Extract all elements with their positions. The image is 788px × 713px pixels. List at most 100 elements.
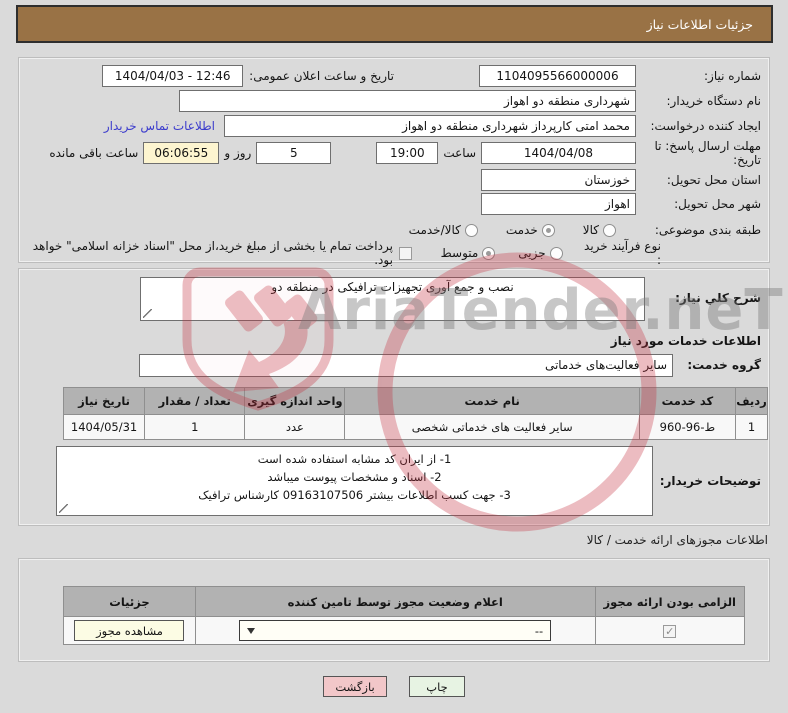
buyer-note-line: 2- اسناد و مشخصات پیوست میباشد <box>267 469 442 484</box>
cell-quantity: 1 <box>144 414 246 440</box>
buyer-org-field[interactable]: شهرداری منطقه دو اهواز <box>179 90 636 112</box>
col-service-name: نام خدمت <box>344 387 640 415</box>
licenses-table-row: -- مشاهده مجوز <box>63 616 746 645</box>
view-license-button[interactable]: مشاهده مجوز <box>74 620 185 641</box>
col-need-date: تاریخ نیاز <box>62 387 146 415</box>
need-desc-label: شرح كلي نياز: <box>675 291 761 305</box>
buyer-org-row: نام دستگاه خریدار: شهرداری منطقه دو اهوا… <box>27 89 761 113</box>
general-info-groupbox: شماره نیاز: 1104095566000006 تاریخ و ساع… <box>18 57 770 267</box>
need-desc-textarea[interactable]: نصب و جمع آوری تجهیزات ترافیکی در منطقه … <box>140 277 645 321</box>
process-type-label: نوع فرآیند خرید : <box>584 239 661 267</box>
radio-medium[interactable] <box>482 246 496 260</box>
city-value: اهواز <box>605 197 630 211</box>
creator-value: محمد امتی کارپرداز شهرداری منطقه دو اهوا… <box>402 119 630 133</box>
services-section-title-row: اطلاعات خدمات مورد نياز <box>27 329 761 353</box>
licenses-section-title: اطلاعات مجوزهای ارائه خدمت / کالا <box>586 533 768 547</box>
services-groupbox: شرح كلي نياز: نصب و جمع آوری تجهیزات ترا… <box>18 268 770 526</box>
hour-label: ساعت <box>443 146 476 160</box>
treasury-checkbox[interactable] <box>398 246 412 260</box>
buyer-notes-row: توضیحات خریدار: 1- از ایران کد مشابه است… <box>27 445 761 517</box>
col-row-number: ردیف <box>734 387 769 415</box>
announce-datetime-value: 1404/04/03 - 12:46 <box>114 69 231 83</box>
cell-details: مشاهده مجوز <box>63 616 196 645</box>
buyer-org-value: شهرداری منطقه دو اهواز <box>503 94 630 108</box>
buyer-note-line: 3- جهت کسب اطلاعات بیشتر 09163107506 کار… <box>198 487 511 502</box>
col-service-code: کد خدمت <box>638 387 736 415</box>
cell-license-status: -- <box>194 616 596 645</box>
licenses-table: الزامی بودن ارائه مجوز اعلام وضعیت مجوز … <box>63 586 746 645</box>
buyer-notes-textarea[interactable]: 1- از ایران کد مشابه استفاده شده است 2- … <box>56 446 653 516</box>
deadline-row: مهلت ارسال پاسخ: تا تاریخ: 1404/04/08 ساع… <box>27 138 761 168</box>
need-desc-value: نصب و جمع آوری تجهیزات ترافیکی در منطقه … <box>271 280 514 294</box>
announce-datetime-label: تاریخ و ساعت اعلان عمومی: <box>249 69 394 83</box>
deadline-time-value: 19:00 <box>390 146 425 160</box>
remaining-time-field[interactable]: 06:06:55 <box>143 142 220 164</box>
province-row: استان محل تحویل: خوزستان <box>27 168 761 192</box>
radio-goods-label: کالا <box>582 223 599 237</box>
cell-license-required <box>594 616 746 645</box>
remaining-days-value: 5 <box>290 146 298 160</box>
page-title-bar: جزئیات اطلاعات نیاز <box>16 5 773 43</box>
radio-service-label: خدمت <box>505 223 538 237</box>
resize-handle-icon[interactable] <box>59 504 68 513</box>
col-details: جزئیات <box>63 586 196 617</box>
treasury-checkbox-label: پرداخت تمام یا بخشی از مبلغ خرید،از محل … <box>32 239 393 267</box>
service-group-label: گروه خدمت: <box>687 358 761 372</box>
radio-medium-label: متوسط <box>440 246 479 260</box>
cell-service-code: 960-96-ط <box>638 414 736 440</box>
remaining-label: ساعت باقی مانده <box>49 146 139 160</box>
service-group-field[interactable]: سایر فعالیت‌های خدماتی <box>139 353 673 377</box>
need-number-row: شماره نیاز: 1104095566000006 تاریخ و ساع… <box>27 64 761 88</box>
back-button[interactable]: بازگشت <box>323 676 387 697</box>
col-quantity: تعداد / مقدار <box>144 387 246 415</box>
province-field[interactable]: خوزستان <box>481 169 636 191</box>
license-status-select[interactable]: -- <box>239 620 552 641</box>
col-unit: واحد اندازه گیری <box>244 387 346 415</box>
licenses-groupbox: الزامی بودن ارائه مجوز اعلام وضعیت مجوز … <box>18 558 770 662</box>
buyer-org-label: نام دستگاه خریدار: <box>666 94 762 108</box>
col-license-status: اعلام وضعیت مجوز توسط تامین کننده <box>194 586 596 617</box>
radio-partial[interactable] <box>549 246 563 260</box>
deadline-label: مهلت ارسال پاسخ: تا تاریخ: <box>654 139 761 167</box>
footer-buttons: چاپ بازگشت <box>0 676 788 697</box>
creator-field[interactable]: محمد امتی کارپرداز شهرداری منطقه دو اهوا… <box>224 115 636 137</box>
city-row: شهر محل تحویل: اهواز <box>27 192 761 216</box>
cell-row-number: 1 <box>734 414 769 440</box>
announce-datetime-field[interactable]: 1404/04/03 - 12:46 <box>102 65 244 87</box>
province-value: خوزستان <box>584 173 630 187</box>
services-section-title: اطلاعات خدمات مورد نياز <box>610 334 761 348</box>
cell-need-date: 1404/05/31 <box>62 414 146 440</box>
days-label: روز و <box>224 146 252 160</box>
print-button[interactable]: چاپ <box>409 676 465 697</box>
radio-goods[interactable] <box>603 223 616 237</box>
deadline-time-field[interactable]: 19:00 <box>376 142 439 164</box>
city-label: شهر محل تحویل: <box>674 197 761 211</box>
need-number-label: شماره نیاز: <box>704 69 761 83</box>
cell-unit: عدد <box>244 414 346 440</box>
licenses-table-header-row: الزامی بودن ارائه مجوز اعلام وضعیت مجوز … <box>63 586 746 617</box>
service-group-row: گروه خدمت: سایر فعالیت‌های خدماتی <box>27 353 761 377</box>
license-required-checkbox[interactable] <box>663 624 677 638</box>
col-license-required: الزامی بودن ارائه مجوز <box>594 586 746 617</box>
license-status-value: -- <box>534 623 544 638</box>
province-label: استان محل تحویل: <box>666 173 761 187</box>
service-group-value: سایر فعالیت‌های خدماتی <box>544 358 667 372</box>
dropdown-arrow-icon <box>247 627 256 634</box>
page-title: جزئیات اطلاعات نیاز <box>646 16 753 32</box>
buyer-note-line: 1- از ایران کد مشابه استفاده شده است <box>257 452 452 466</box>
remaining-days-field[interactable]: 5 <box>256 142 332 164</box>
buyer-contact-link[interactable]: اطلاعات تماس خریدار <box>104 119 215 133</box>
services-table-header-row: ردیف کد خدمت نام خدمت واحد اندازه گیری ت… <box>62 387 769 415</box>
city-field[interactable]: اهواز <box>481 193 636 215</box>
deadline-date-value: 1404/04/08 <box>523 146 594 160</box>
buyer-notes-label: توضیحات خریدار: <box>659 474 761 488</box>
deadline-date-field[interactable]: 1404/04/08 <box>481 142 636 164</box>
services-table-row[interactable]: 1 960-96-ط سایر فعالیت های خدماتی شخصی ع… <box>62 414 769 440</box>
radio-service[interactable] <box>541 223 555 237</box>
creator-label: ایجاد کننده درخواست: <box>650 119 761 133</box>
creator-row: ایجاد کننده درخواست: محمد امتی کارپرداز … <box>27 114 761 138</box>
need-details-page: جزئیات اطلاعات نیاز شماره نیاز: 11040955… <box>0 0 788 713</box>
radio-goods-service[interactable] <box>464 223 478 237</box>
need-number-field[interactable]: 1104095566000006 <box>479 65 636 87</box>
resize-handle-icon[interactable] <box>143 309 152 318</box>
